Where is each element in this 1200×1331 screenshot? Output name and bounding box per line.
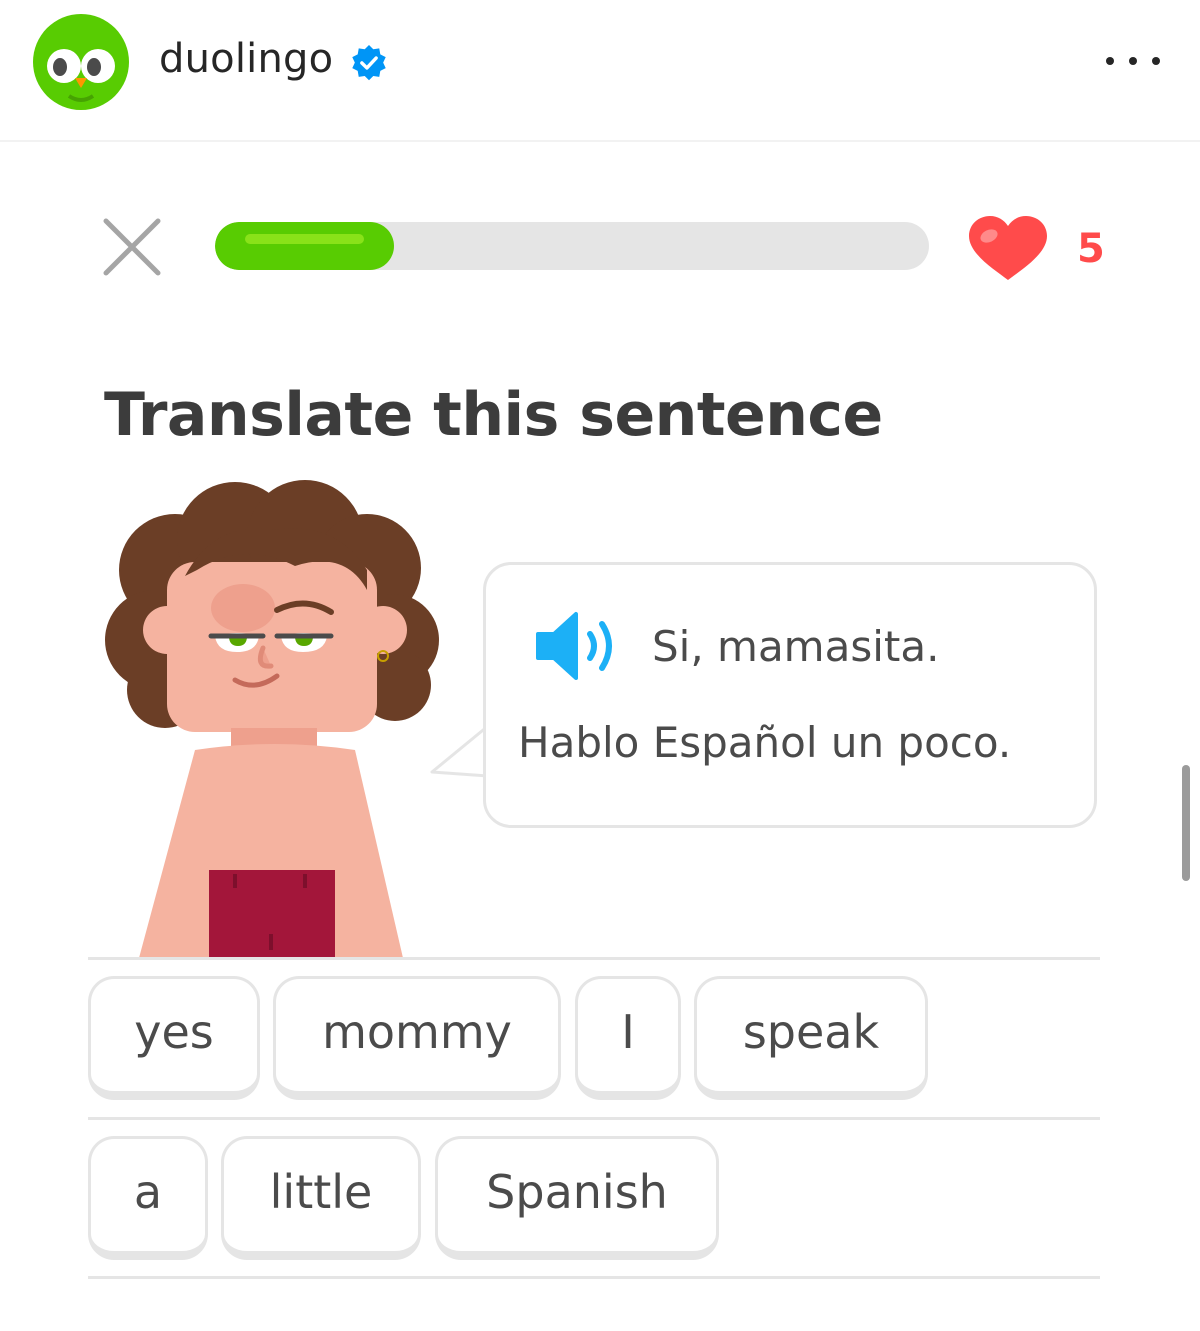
speaker-icon[interactable]	[534, 608, 620, 684]
word-tile-yes[interactable]: yes	[88, 976, 260, 1100]
scrollbar-thumb[interactable]	[1182, 765, 1190, 881]
bubble-text-line-2: Hablo Español un poco.	[518, 718, 1012, 767]
bubble-tail-joint	[486, 722, 492, 778]
bubble-text-line-1: Si, mamasita.	[652, 622, 940, 671]
word-tile-mommy[interactable]: mommy	[273, 976, 561, 1100]
more-dot	[1106, 57, 1114, 65]
word-tile-label: little	[269, 1165, 373, 1219]
more-dots-icon[interactable]	[1106, 50, 1160, 72]
hearts-count: 5	[1077, 226, 1105, 272]
word-tile-label: a	[133, 1165, 163, 1219]
word-tile-spanish[interactable]: Spanish	[435, 1136, 719, 1260]
account-name[interactable]: duolingo	[159, 36, 333, 82]
word-tile-label: speak	[742, 1005, 880, 1059]
close-icon[interactable]	[100, 215, 164, 279]
character-illustration	[105, 480, 439, 958]
heart-icon[interactable]	[965, 214, 1051, 284]
word-tile-label: mommy	[322, 1005, 512, 1059]
progress-bar	[215, 222, 929, 270]
post-header: duolingo	[0, 0, 1200, 142]
word-tile-little[interactable]: little	[221, 1136, 421, 1260]
more-dot	[1129, 57, 1137, 65]
answer-line-2	[88, 1117, 1100, 1120]
progress-fill	[215, 222, 394, 270]
word-tile-label: Spanish	[486, 1165, 668, 1219]
verified-badge-icon	[352, 44, 386, 81]
word-tile-i[interactable]: I	[575, 976, 681, 1100]
word-tile-label: yes	[134, 1005, 214, 1059]
answer-line-1	[88, 957, 1100, 960]
word-tile-a[interactable]: a	[88, 1136, 208, 1260]
word-tile-label: I	[621, 1005, 635, 1059]
more-dot	[1152, 57, 1160, 65]
word-tile-speak[interactable]: speak	[694, 976, 928, 1100]
speech-bubble-tail	[430, 724, 489, 778]
speech-bubble	[483, 562, 1097, 828]
duo-owl-icon[interactable]	[33, 14, 129, 110]
progress-highlight	[245, 234, 364, 244]
answer-line-3	[88, 1276, 1100, 1279]
prompt-title: Translate this sentence	[104, 380, 883, 450]
